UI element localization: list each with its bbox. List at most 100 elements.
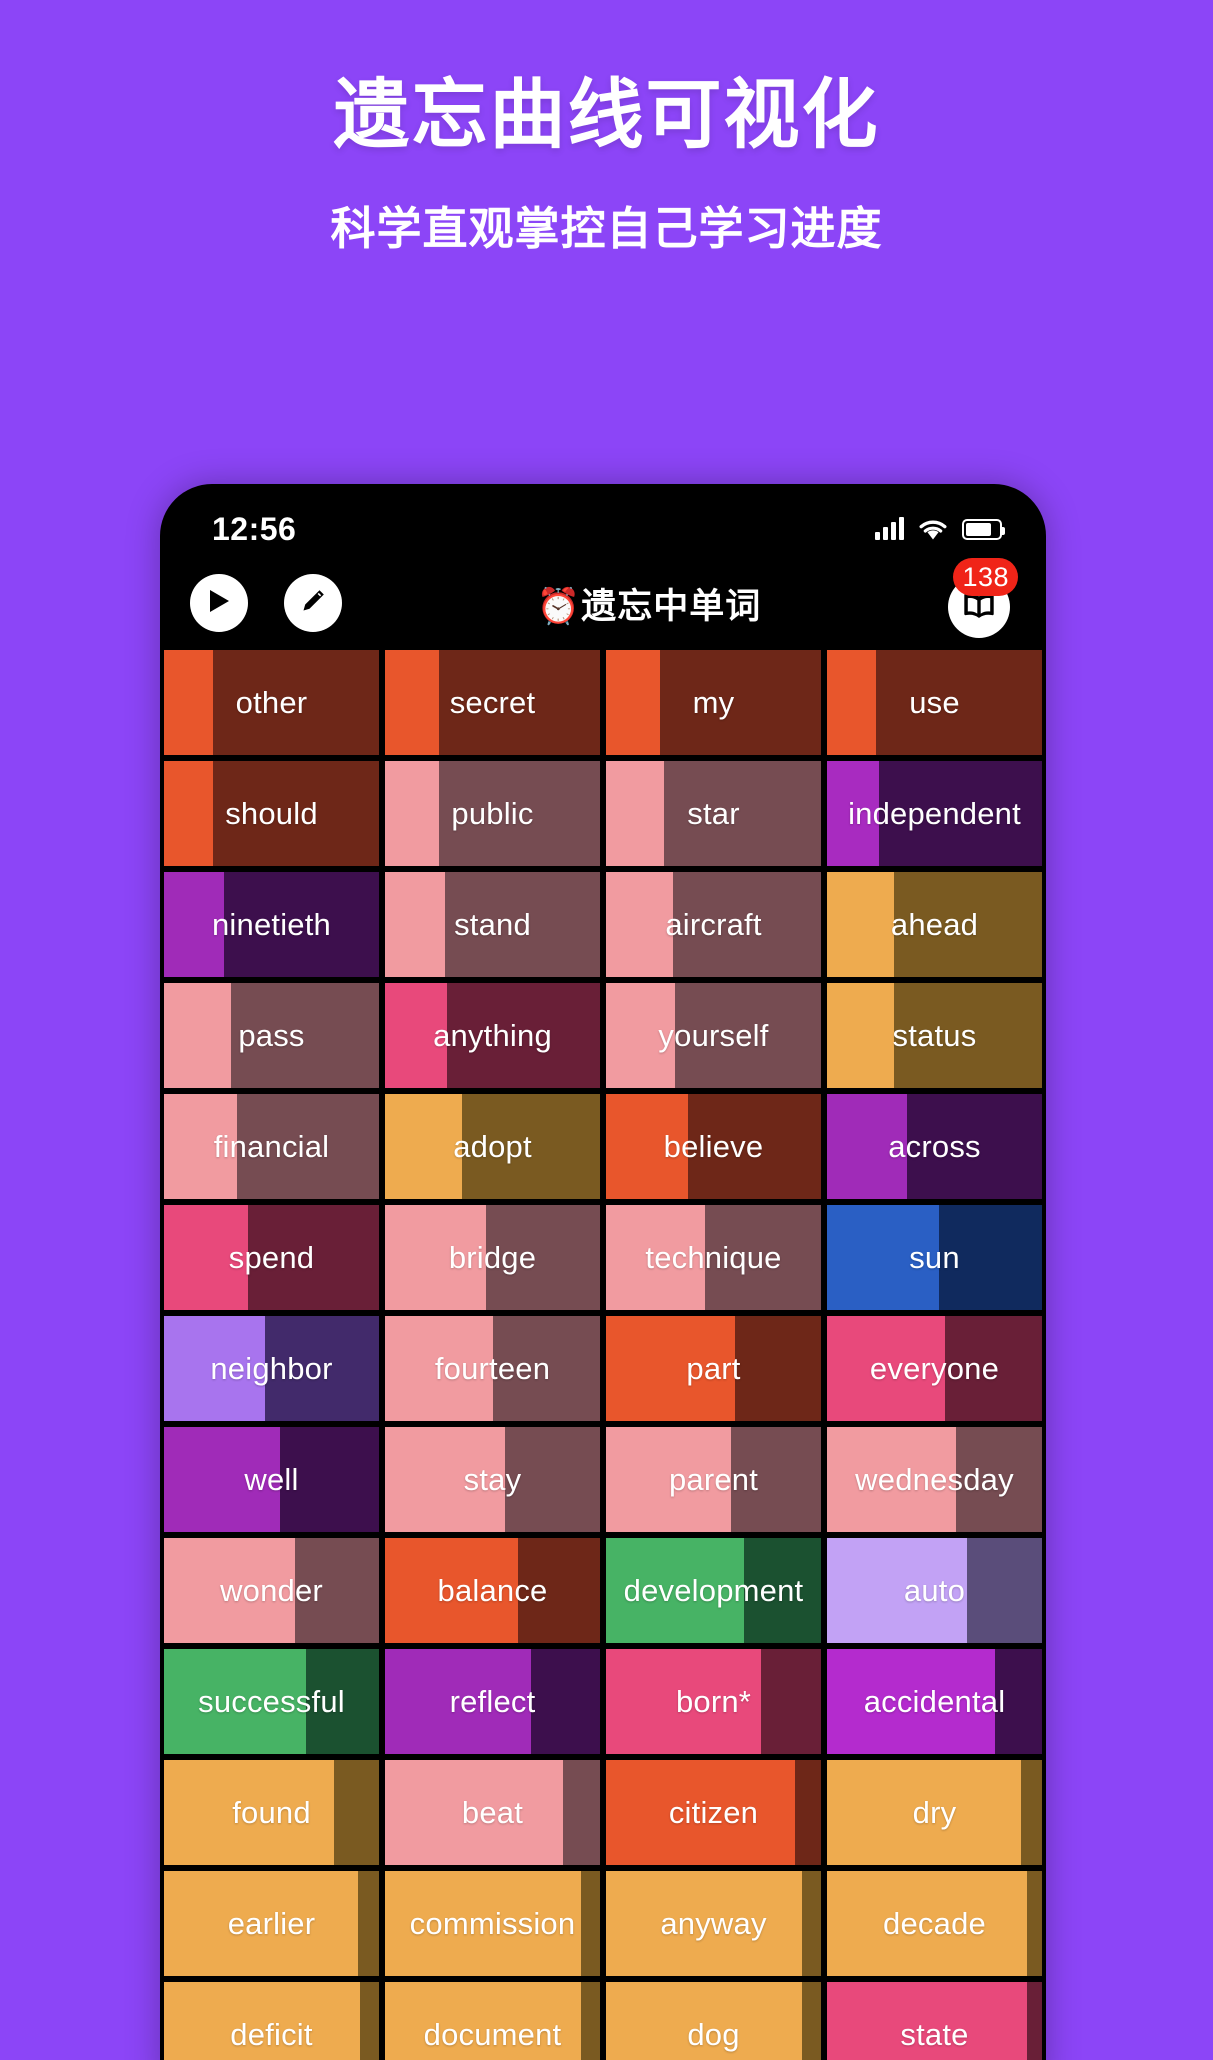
word-tile[interactable]: ninetieth — [164, 872, 379, 977]
word-tile[interactable]: born* — [606, 1649, 821, 1754]
word-tile[interactable]: stand — [385, 872, 600, 977]
word-tile-label: balance — [437, 1572, 548, 1608]
word-tile-label: commission — [409, 1905, 576, 1941]
word-tile-label: yourself — [658, 1017, 769, 1053]
word-tile[interactable]: secret — [385, 650, 600, 755]
word-tile[interactable]: successful — [164, 1649, 379, 1754]
word-progress-fill — [606, 761, 665, 866]
word-tile-label: citizen — [668, 1794, 759, 1830]
word-tile[interactable]: wonder — [164, 1538, 379, 1643]
word-tile[interactable]: earlier — [164, 1871, 379, 1976]
word-tile-label: independent — [848, 795, 1021, 831]
word-tile-label: earlier — [227, 1905, 316, 1941]
word-tile[interactable]: balance — [385, 1538, 600, 1643]
word-tile-label: across — [888, 1128, 981, 1164]
word-tile[interactable]: pass — [164, 983, 379, 1088]
word-tile-label: successful — [198, 1683, 345, 1719]
word-tile-label: found — [232, 1794, 311, 1830]
word-tile[interactable]: development — [606, 1538, 821, 1643]
word-tile[interactable]: technique — [606, 1205, 821, 1310]
word-tile-label: parent — [668, 1461, 759, 1497]
word-tile[interactable]: decade — [827, 1871, 1042, 1976]
word-tile-label: part — [686, 1350, 741, 1386]
word-tile[interactable]: fourteen — [385, 1316, 600, 1421]
word-tile[interactable]: sun — [827, 1205, 1042, 1310]
word-tile[interactable]: adopt — [385, 1094, 600, 1199]
word-tile[interactable]: commission — [385, 1871, 600, 1976]
word-tile-label: ahead — [890, 906, 979, 942]
word-tile-label: reflect — [449, 1683, 536, 1719]
word-tile-label: technique — [645, 1239, 782, 1275]
pencil-icon — [299, 587, 327, 620]
word-tile-label: star — [687, 795, 740, 831]
promo-header: 遗忘曲线可视化 科学直观掌控自己学习进度 — [0, 0, 1213, 257]
library-button[interactable]: 138 — [944, 558, 1018, 638]
word-tile-label: decade — [883, 1905, 986, 1941]
word-tile[interactable]: yourself — [606, 983, 821, 1088]
word-tile-label: anyway — [660, 1905, 767, 1941]
word-tile[interactable]: wednesday — [827, 1427, 1042, 1532]
word-tile[interactable]: anything — [385, 983, 600, 1088]
play-icon — [206, 587, 232, 620]
word-tile-label: beat — [461, 1794, 524, 1830]
word-tile[interactable]: state — [827, 1982, 1042, 2060]
word-tile-label: document — [423, 2016, 562, 2052]
word-grid: other secret my use should public star independ… — [160, 650, 1046, 2060]
word-tile[interactable]: should — [164, 761, 379, 866]
word-tile[interactable]: independent — [827, 761, 1042, 866]
status-badge: 138 — [953, 558, 1018, 596]
edit-button[interactable] — [284, 574, 342, 632]
word-tile-label: spend — [228, 1239, 315, 1275]
word-tile[interactable]: financial — [164, 1094, 379, 1199]
word-tile-label: status — [892, 1017, 977, 1053]
word-tile[interactable]: across — [827, 1094, 1042, 1199]
word-tile-label: accidental — [863, 1683, 1006, 1719]
word-tile[interactable]: ahead — [827, 872, 1042, 977]
word-tile[interactable]: anyway — [606, 1871, 821, 1976]
word-tile[interactable]: stay — [385, 1427, 600, 1532]
word-tile[interactable]: found — [164, 1760, 379, 1865]
word-tile-label: wonder — [220, 1572, 323, 1608]
word-tile-label: fourteen — [434, 1350, 551, 1386]
word-tile[interactable]: parent — [606, 1427, 821, 1532]
word-tile[interactable]: well — [164, 1427, 379, 1532]
word-tile[interactable]: aircraft — [606, 872, 821, 977]
word-tile-label: financial — [213, 1128, 330, 1164]
word-tile[interactable]: bridge — [385, 1205, 600, 1310]
word-tile[interactable]: auto — [827, 1538, 1042, 1643]
word-tile-label: deficit — [230, 2016, 313, 2052]
word-tile-label: adopt — [453, 1128, 532, 1164]
word-tile[interactable]: dog — [606, 1982, 821, 2060]
word-tile[interactable]: other — [164, 650, 379, 755]
word-tile-label: bridge — [448, 1239, 537, 1275]
word-tile-label: born* — [675, 1683, 752, 1719]
word-tile[interactable]: believe — [606, 1094, 821, 1199]
word-tile[interactable]: star — [606, 761, 821, 866]
word-tile-label: aircraft — [665, 906, 762, 942]
word-tile[interactable]: my — [606, 650, 821, 755]
battery-icon — [962, 518, 1005, 540]
word-tile[interactable]: use — [827, 650, 1042, 755]
word-tile[interactable]: dry — [827, 1760, 1042, 1865]
word-tile[interactable]: neighbor — [164, 1316, 379, 1421]
word-tile[interactable]: citizen — [606, 1760, 821, 1865]
word-tile[interactable]: public — [385, 761, 600, 866]
word-tile-label: everyone — [869, 1350, 1000, 1386]
word-tile[interactable]: part — [606, 1316, 821, 1421]
word-tile-label: auto — [903, 1572, 966, 1608]
word-tile[interactable]: reflect — [385, 1649, 600, 1754]
word-tile-label: anything — [433, 1017, 552, 1053]
word-tile[interactable]: everyone — [827, 1316, 1042, 1421]
word-tile[interactable]: beat — [385, 1760, 600, 1865]
word-tile[interactable]: accidental — [827, 1649, 1042, 1754]
word-tile[interactable]: document — [385, 1982, 600, 2060]
nav-bar: ⏰遗忘中单词 138 — [160, 556, 1046, 650]
word-progress-fill — [164, 983, 231, 1088]
play-button[interactable] — [190, 574, 248, 632]
word-tile-label: secret — [449, 684, 536, 720]
word-tile[interactable]: spend — [164, 1205, 379, 1310]
word-tile[interactable]: status — [827, 983, 1042, 1088]
word-tile[interactable]: deficit — [164, 1982, 379, 2060]
word-tile-label: state — [900, 2016, 969, 2052]
nav-title: ⏰遗忘中单词 — [536, 586, 762, 626]
